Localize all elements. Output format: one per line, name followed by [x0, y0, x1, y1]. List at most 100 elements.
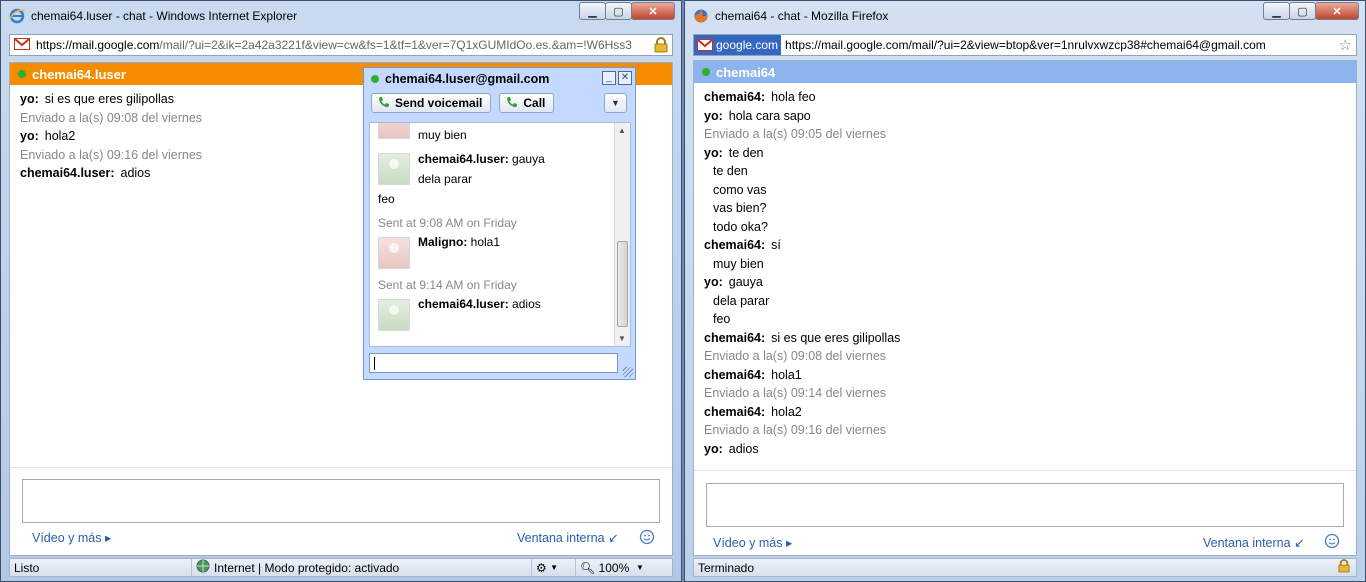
popout-sender: chemai64.luser:	[418, 297, 509, 311]
message-sender: yo:	[20, 92, 39, 106]
chevron-down-icon: ▼	[611, 98, 620, 108]
ie-logo-icon	[9, 8, 25, 24]
message-text: adios	[120, 166, 151, 180]
ff-address-url: https://mail.google.com/mail/?ui=2&view=…	[785, 38, 1266, 52]
online-status-icon	[18, 70, 26, 78]
popout-message-text: hola1	[467, 235, 501, 249]
message-text: hola2	[44, 129, 76, 143]
gear-icon: ⚙	[536, 560, 547, 575]
gmail-icon	[697, 39, 713, 51]
ff-chat-header: chemai64	[694, 61, 1356, 83]
online-status-icon	[371, 75, 379, 83]
zoom-icon: 🔍︎	[580, 560, 596, 575]
message-row: yo: hola cara sapo	[704, 107, 1346, 126]
smiley-icon[interactable]	[1324, 533, 1340, 549]
popout-message: Maligno: hola1	[418, 235, 500, 249]
close-button[interactable]: ✕	[631, 2, 675, 20]
resize-grip-icon[interactable]	[623, 367, 633, 377]
send-voicemail-label: Send voicemail	[395, 96, 483, 110]
popout-minimize-icon[interactable]: _	[602, 71, 616, 85]
ie-chat-contact-name: chemai64.luser	[32, 66, 126, 82]
message-timestamp: Enviado a la(s) 09:14 del viernes	[704, 386, 887, 400]
ff-compose-divider	[694, 470, 1356, 471]
popout-titlebar[interactable]: chemai64.luser@gmail.com	[364, 68, 635, 90]
message-sender: yo:	[20, 129, 39, 143]
firefox-window: chemai64 - chat - Mozilla Firefox ▁ ▢ ✕ …	[684, 0, 1366, 582]
message-text: gauya	[728, 275, 763, 289]
smiley-icon[interactable]	[639, 529, 655, 545]
maximize-button[interactable]: ▢	[1289, 2, 1316, 20]
message-text: hola1	[771, 367, 802, 382]
ie-protected-mode-button[interactable]: ⚙ ▼	[532, 559, 576, 576]
call-button[interactable]: Call	[499, 93, 555, 113]
ff-window-title: chemai64 - chat - Mozilla Firefox	[715, 9, 889, 23]
message-sender: yo:	[704, 145, 723, 160]
popout-timestamp: Sent at 9:08 AM on Friday	[378, 216, 517, 230]
message-continuation: todo oka?	[713, 219, 768, 234]
message-row: chemai64: sí	[704, 236, 1346, 255]
arrow-down-left-icon: ↙	[608, 531, 619, 545]
maximize-button[interactable]: ▢	[605, 2, 632, 20]
scroll-down-icon[interactable]: ▼	[618, 334, 626, 343]
phone-icon	[506, 96, 518, 111]
message-text: adios	[728, 441, 759, 456]
ff-message-input[interactable]	[706, 483, 1344, 527]
message-timestamp: Enviado a la(s) 09:05 del viernes	[704, 127, 887, 141]
ie-message-input[interactable]	[22, 479, 660, 523]
avatar	[378, 153, 410, 185]
message-text: sí	[771, 238, 781, 252]
popout-sender: Maligno:	[418, 235, 468, 249]
message-row: yo: te den	[704, 144, 1346, 163]
lock-icon[interactable]	[1338, 559, 1350, 576]
message-text: hola2	[771, 404, 802, 419]
popout-close-icon[interactable]: ✕	[618, 71, 632, 85]
message-continuation: vas bien?	[713, 201, 767, 215]
popout-toolbar: Send voicemail Call ▼	[364, 90, 635, 116]
message-text: hola feo	[771, 90, 816, 104]
ie-window: chemai64.luser - chat - Windows Internet…	[0, 0, 682, 582]
globe-icon	[196, 559, 210, 576]
popout-options-menu[interactable]: ▼	[604, 93, 627, 113]
minimize-button[interactable]: ▁	[579, 2, 606, 20]
message-sender: chemai64:	[704, 404, 766, 419]
ie-address-bar[interactable]: https://mail.google.com/mail/?ui=2&ik=2a…	[9, 34, 673, 56]
scroll-up-icon[interactable]: ▲	[618, 126, 626, 135]
ff-ventana-interna-link[interactable]: Ventana interna ↙	[1203, 535, 1305, 550]
online-status-icon	[702, 68, 710, 76]
message-continuation: muy bien	[713, 256, 764, 271]
ff-titlebar[interactable]: chemai64 - chat - Mozilla Firefox ▁ ▢ ✕	[685, 1, 1365, 31]
popout-message-text: adios	[508, 297, 541, 311]
lock-icon[interactable]	[654, 37, 668, 53]
ie-ventana-interna-link[interactable]: Ventana interna ↙	[517, 530, 619, 545]
message-timestamp: Enviado a la(s) 09:16 del viernes	[704, 423, 887, 437]
ff-video-link[interactable]: Vídeo y más ▸	[713, 535, 792, 550]
message-sender: yo:	[704, 108, 723, 123]
ie-titlebar[interactable]: chemai64.luser - chat - Windows Internet…	[1, 1, 681, 31]
minimize-button[interactable]: ▁	[1263, 2, 1290, 20]
message-continuation: como vas	[713, 182, 767, 197]
message-row: chemai64: si es que eres gilipollas	[704, 329, 1346, 348]
popout-scrollbar-thumb[interactable]	[617, 241, 628, 327]
popout-chat-window: chemai64.luser@gmail.com _ ✕ Send voicem…	[363, 67, 636, 380]
bookmark-star-icon[interactable]: ☆	[1339, 36, 1352, 54]
send-voicemail-button[interactable]: Send voicemail	[371, 93, 492, 113]
close-button[interactable]: ✕	[1315, 2, 1359, 20]
popout-message-list: muy bien chemai64.luser: gauya dela para…	[369, 122, 631, 347]
message-timestamp: Enviado a la(s) 09:08 del viernes	[704, 349, 887, 363]
popout-message: chemai64.luser: adios	[418, 297, 541, 311]
ie-video-link[interactable]: Vídeo y más ▸	[32, 530, 111, 545]
firefox-logo-icon	[693, 8, 709, 24]
ff-address-bar[interactable]: google.com https://mail.google.com/mail/…	[693, 34, 1357, 56]
ff-chat-contact-name: chemai64	[716, 64, 776, 80]
ie-zoom-button[interactable]: 🔍︎ 100% ▼	[576, 559, 648, 576]
avatar	[378, 299, 410, 331]
popout-message: feo	[378, 192, 395, 206]
arrow-down-left-icon: ↙	[1294, 536, 1305, 550]
ff-site-identity-button[interactable]: google.com	[694, 35, 782, 55]
popout-message-text: gauya	[508, 152, 545, 166]
popout-scrollbar[interactable]: ▲ ▼	[614, 123, 630, 346]
message-row: chemai64: hola1	[704, 366, 1346, 385]
popout-timestamp: Sent at 9:14 AM on Friday	[378, 278, 517, 292]
popout-message-input[interactable]	[369, 353, 618, 373]
message-sender: chemai64.luser:	[20, 166, 115, 180]
